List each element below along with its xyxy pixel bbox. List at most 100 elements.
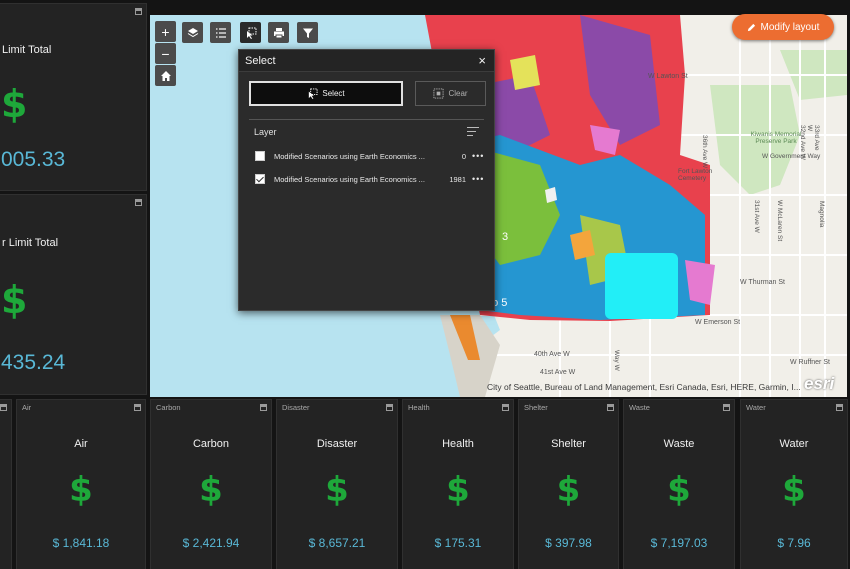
street-label: 33rd Ave W (806, 125, 820, 151)
dollar-icon: $ (325, 470, 349, 510)
street-label: W Thurman St (740, 279, 785, 286)
layer-header: Layer (254, 127, 277, 137)
card-partial (0, 399, 12, 569)
maximize-icon[interactable] (260, 404, 267, 411)
card-value: $ 397.98 (545, 536, 592, 550)
card-value: $ 8,657.21 (308, 536, 366, 550)
panel-value: 005.33 (1, 148, 66, 171)
clear-button[interactable]: Clear (415, 81, 486, 106)
layer-name: Modified Scenarios using Earth Economics… (274, 151, 425, 161)
dialog-title: Select (245, 55, 276, 67)
layer-checkbox[interactable] (255, 151, 265, 161)
dollar-icon: $ (1, 278, 28, 322)
card-tab-label: Health (408, 403, 430, 412)
card-tab-label: Shelter (524, 403, 548, 412)
street-label: 32nd Ave W (799, 125, 806, 160)
select-dialog: Select × Select Clear Layer Modified Sce… (238, 49, 495, 311)
select-icon (309, 88, 318, 99)
zoom-in-button[interactable]: + (155, 21, 176, 42)
card-value: $ 7.96 (777, 536, 811, 550)
select-icon (246, 27, 256, 39)
maximize-icon[interactable] (386, 404, 393, 411)
street-label: W McLaren St (776, 200, 783, 242)
street-label: 40th Ave W (534, 351, 570, 358)
maximize-icon[interactable] (0, 404, 7, 411)
close-icon[interactable]: × (478, 53, 486, 68)
left-panel-bottom: r Limit Total $ 435.24 (0, 194, 147, 395)
map-overlay-text: 3 (502, 231, 509, 243)
street-label: W Ruffner St (790, 359, 830, 366)
card-value: $ 1,841.18 (52, 536, 110, 550)
maximize-icon[interactable] (135, 199, 142, 206)
card-title: Carbon (192, 438, 230, 450)
left-panel-top: Limit Total $ 005.33 (0, 3, 147, 191)
dollar-icon: $ (667, 470, 691, 510)
select-button-label: Select (322, 89, 345, 98)
card-disaster: Disaster Disaster $ $ 8,657.21 (276, 399, 398, 569)
card-tab-label: Disaster (282, 403, 310, 412)
maximize-icon[interactable] (135, 8, 142, 15)
layer-options-icon[interactable] (467, 127, 479, 136)
street-label: Way W (613, 350, 620, 371)
layer-row[interactable]: Modified Scenarios using Earth Economics… (255, 149, 487, 163)
zoom-out-button[interactable]: − (155, 43, 176, 64)
card-tab-label: Water (746, 403, 766, 412)
select-tool-button[interactable] (240, 22, 261, 43)
street-label: 36th Ave W (701, 135, 708, 169)
maximize-icon[interactable] (836, 404, 843, 411)
card-air: Air Air $ $ 1,841.18 (16, 399, 146, 569)
print-icon (273, 27, 284, 38)
filter-button[interactable] (297, 22, 318, 43)
dollar-icon: $ (446, 470, 470, 510)
map-attribution: City of Seattle, Bureau of Land Manageme… (487, 382, 801, 392)
street-label: W Lawton St (648, 73, 688, 80)
scenario-cyan (605, 253, 678, 319)
street-label: W Government Way (762, 153, 821, 160)
maximize-icon[interactable] (134, 404, 141, 411)
home-icon (160, 70, 171, 81)
panel-title: r Limit Total (2, 237, 59, 249)
modify-layout-button[interactable]: Modify layout (732, 14, 834, 40)
card-tab-label: Air (22, 403, 32, 412)
select-button[interactable]: Select (249, 81, 403, 106)
card-water: Water Water $ $ 7.96 (740, 399, 848, 569)
scenario-yellow (510, 55, 540, 90)
list-icon (215, 27, 226, 38)
pencil-icon (747, 23, 755, 31)
layers-icon (187, 27, 198, 37)
layer-row[interactable]: Modified Scenarios using Earth Economics… (255, 172, 487, 186)
layers-button[interactable] (182, 22, 203, 43)
dollar-icon: $ (782, 470, 806, 510)
card-value: $ 175.31 (434, 536, 482, 550)
street-label: W Emerson St (695, 319, 741, 326)
modify-layout-label: Modify layout (760, 21, 820, 33)
street-label: Kiwanis Memorial Preserve Park (750, 131, 802, 145)
legend-button[interactable] (210, 22, 231, 43)
clear-selection-icon (433, 88, 444, 99)
panel-value: 435.24 (1, 351, 66, 374)
more-icon[interactable]: ••• (472, 174, 484, 184)
card-tab-label: Carbon (156, 403, 181, 412)
maximize-icon[interactable] (502, 404, 509, 411)
dollar-icon: $ (556, 470, 581, 510)
card-waste: Waste Waste $ $ 7,197.03 (623, 399, 735, 569)
home-button[interactable] (155, 65, 176, 86)
card-title: Shelter (551, 438, 586, 450)
dialog-header: Select × (239, 50, 494, 72)
card-carbon: Carbon Carbon $ $ 2,421.94 (150, 399, 272, 569)
more-icon[interactable]: ••• (472, 151, 484, 161)
layer-checkbox[interactable] (255, 174, 265, 184)
maximize-icon[interactable] (723, 404, 730, 411)
card-title: Disaster (316, 438, 358, 450)
street-label: 31st Ave W (753, 200, 760, 233)
street-label: Magnolia (818, 201, 825, 228)
layer-count: 1981 (449, 174, 466, 184)
card-title: Waste (663, 438, 695, 450)
print-button[interactable] (268, 22, 289, 43)
card-value: $ 7,197.03 (650, 536, 708, 550)
dollar-icon: $ (1, 82, 28, 126)
divider (249, 119, 484, 120)
maximize-icon[interactable] (607, 404, 614, 411)
card-title: Water (779, 438, 809, 450)
street-label: 41st Ave W (540, 369, 576, 376)
